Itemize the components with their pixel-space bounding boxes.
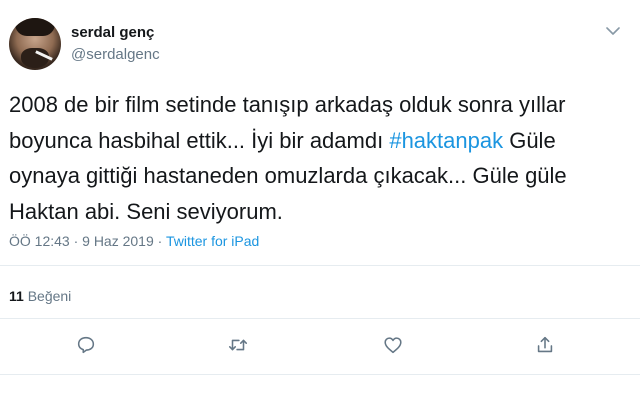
share-icon <box>537 336 553 353</box>
share-button[interactable] <box>532 332 558 358</box>
tweet-card: serdal genç @serdalgenc 2008 de bir film… <box>0 0 640 404</box>
likes-count[interactable]: 11 Beğeni <box>9 288 71 304</box>
tweet-meta: ÖÖ 12:43 · 9 Haz 2019 · Twitter for iPad <box>9 233 259 249</box>
reply-icon <box>77 336 95 354</box>
tweet-timestamp[interactable]: ÖÖ 12:43 · 9 Haz 2019 · <box>9 233 166 249</box>
divider <box>0 265 640 266</box>
hashtag-link[interactable]: #haktanpak <box>389 128 503 153</box>
divider <box>0 318 640 319</box>
chevron-down-icon[interactable] <box>604 24 622 38</box>
user-handle[interactable]: @serdalgenc <box>71 46 160 63</box>
likes-label: Beğeni <box>27 288 72 304</box>
like-icon <box>384 337 402 354</box>
tweet-text: 2008 de bir film setinde tanışıp arkadaş… <box>9 87 629 229</box>
retweet-icon <box>228 339 248 351</box>
divider <box>0 374 640 375</box>
reply-button[interactable] <box>73 332 99 358</box>
avatar-hair <box>15 18 55 36</box>
likes-number: 11 <box>9 288 24 304</box>
retweet-button[interactable] <box>225 332 251 358</box>
user-name[interactable]: serdal genç <box>71 24 154 41</box>
like-button[interactable] <box>380 332 406 358</box>
action-bar <box>0 332 640 362</box>
avatar[interactable] <box>9 18 61 70</box>
tweet-source-link[interactable]: Twitter for iPad <box>166 233 259 249</box>
